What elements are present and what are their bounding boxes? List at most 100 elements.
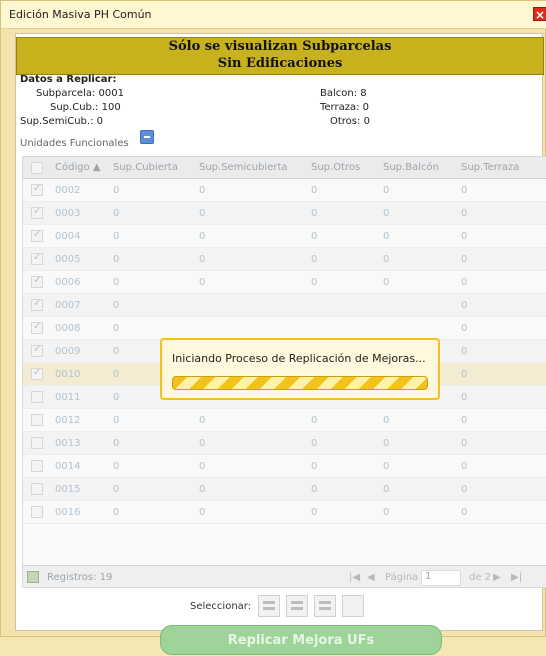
row-checkbox[interactable]	[31, 506, 43, 518]
cell-cubierta: 0	[113, 185, 120, 196]
last-page-icon[interactable]: ▶|	[511, 572, 522, 583]
next-page-icon[interactable]: ▶	[493, 572, 501, 583]
cell-codigo: 0010	[55, 369, 81, 380]
cell-otros: 0	[311, 185, 318, 196]
row-checkbox[interactable]	[31, 414, 43, 426]
cell-cubierta: 0	[113, 208, 120, 219]
cell-codigo: 0006	[55, 277, 81, 288]
select-row: Seleccionar:	[16, 592, 546, 620]
cell-terraza: 0	[461, 346, 468, 357]
cell-otros: 0	[311, 277, 318, 288]
collapse-icon[interactable]	[140, 130, 154, 144]
cell-codigo: 0005	[55, 254, 81, 265]
column-header-sup-terraza[interactable]: Sup.Terraza	[461, 162, 519, 173]
row-checkbox[interactable]	[31, 344, 43, 357]
cell-cubierta: 0	[113, 461, 120, 472]
row-checkbox[interactable]	[31, 252, 43, 265]
select-none-icon[interactable]	[342, 595, 364, 617]
terraza-label: Terraza:	[320, 102, 360, 113]
balcon-value: 8	[360, 88, 367, 99]
cell-terraza: 0	[461, 185, 468, 196]
refresh-icon[interactable]	[27, 571, 39, 583]
cell-terraza: 0	[461, 254, 468, 265]
otros-value: 0	[363, 116, 370, 127]
row-checkbox[interactable]	[31, 367, 43, 380]
column-header-sup-cubierta[interactable]: Sup.Cubierta	[113, 162, 178, 173]
cell-terraza: 0	[461, 231, 468, 242]
cell-balcon: 0	[383, 208, 390, 219]
table-row[interactable]: 0002 0 0 0 0 0	[23, 179, 546, 202]
cell-balcon: 0	[383, 185, 390, 196]
cell-terraza: 0	[461, 323, 468, 334]
cell-semicubierta: 0	[199, 185, 206, 196]
row-checkbox[interactable]	[31, 321, 43, 334]
select-half-icon[interactable]	[314, 595, 336, 617]
row-checkbox[interactable]	[31, 275, 43, 288]
page-of-label: de 2	[469, 572, 492, 583]
supsemicub-label: Sup.SemiCub.:	[20, 116, 94, 127]
select-all-icon[interactable]	[258, 595, 280, 617]
cell-terraza: 0	[461, 300, 468, 311]
table-row[interactable]: 0006 0 0 0 0 0	[23, 271, 546, 294]
replicate-data: Datos a Replicar: Subparcela: 0001 Sup.C…	[20, 74, 540, 134]
loading-dialog: Iniciando Proceso de Replicación de Mejo…	[160, 338, 440, 400]
cell-cubierta: 0	[113, 277, 120, 288]
cell-terraza: 0	[461, 392, 468, 403]
replicate-button[interactable]: Replicar Mejora UFs	[160, 625, 442, 655]
select-some-icon[interactable]	[286, 595, 308, 617]
column-header-sup-balcon[interactable]: Sup.Balcón	[383, 162, 439, 173]
cell-otros: 0	[311, 208, 318, 219]
table-row[interactable]: 0003 0 0 0 0 0	[23, 202, 546, 225]
close-icon[interactable]: ×	[533, 7, 546, 22]
info-banner: Sólo se visualizan Subparcelas Sin Edifi…	[16, 37, 544, 75]
row-checkbox[interactable]	[31, 437, 43, 449]
row-checkbox[interactable]	[31, 298, 43, 311]
cell-cubierta: 0	[113, 415, 120, 426]
table-row[interactable]: 0007 0 0	[23, 294, 546, 317]
column-header-sup-otros[interactable]: Sup.Otros	[311, 162, 360, 173]
cell-otros: 0	[311, 438, 318, 449]
cell-balcon: 0	[383, 461, 390, 472]
cell-semicubierta: 0	[199, 507, 206, 518]
cell-codigo: 0016	[55, 507, 81, 518]
cell-cubierta: 0	[113, 254, 120, 265]
prev-page-icon[interactable]: ◀	[367, 572, 375, 583]
page-label: Página	[385, 572, 419, 583]
row-checkbox[interactable]	[31, 206, 43, 219]
table-row[interactable]: 0016 0 0 0 0 0	[23, 501, 546, 524]
first-page-icon[interactable]: |◀	[349, 572, 360, 583]
cell-semicubierta: 0	[199, 438, 206, 449]
table-row[interactable]: 0005 0 0 0 0 0	[23, 248, 546, 271]
cell-balcon: 0	[383, 484, 390, 495]
row-checkbox[interactable]	[31, 483, 43, 495]
cell-balcon: 0	[383, 254, 390, 265]
cell-semicubierta: 0	[199, 277, 206, 288]
cell-terraza: 0	[461, 415, 468, 426]
cell-terraza: 0	[461, 461, 468, 472]
header-checkbox[interactable]	[31, 162, 43, 174]
table-row[interactable]: 0008 0 0	[23, 317, 546, 340]
records-count: Registros: 19	[47, 572, 113, 583]
column-header-sup-semicubierta[interactable]: Sup.Semicubierta	[199, 162, 288, 173]
cell-semicubierta: 0	[199, 415, 206, 426]
cell-balcon: 0	[383, 507, 390, 518]
cell-cubierta: 0	[113, 507, 120, 518]
table-row[interactable]: 0012 0 0 0 0 0	[23, 409, 546, 432]
page-input[interactable]: 1	[421, 570, 461, 586]
cell-codigo: 0014	[55, 461, 81, 472]
table-row[interactable]: 0015 0 0 0 0 0	[23, 478, 546, 501]
dialog-content: Sólo se visualizan Subparcelas Sin Edifi…	[15, 33, 546, 655]
row-checkbox[interactable]	[31, 460, 43, 472]
table-row[interactable]: 0004 0 0 0 0 0	[23, 225, 546, 248]
table-row[interactable]: 0014 0 0 0 0 0	[23, 455, 546, 478]
edition-dialog: Edición Masiva PH Común × Sólo se visual…	[0, 0, 546, 655]
cell-codigo: 0015	[55, 484, 81, 495]
row-checkbox[interactable]	[31, 391, 43, 403]
row-checkbox[interactable]	[31, 183, 43, 196]
data-title: Datos a Replicar:	[20, 74, 117, 85]
row-checkbox[interactable]	[31, 229, 43, 242]
supsemicub-row: Sup.SemiCub.: 0	[20, 116, 103, 127]
table-row[interactable]: 0013 0 0 0 0 0	[23, 432, 546, 455]
column-header-codigo[interactable]: Código ▲	[55, 162, 101, 173]
cell-otros: 0	[311, 231, 318, 242]
